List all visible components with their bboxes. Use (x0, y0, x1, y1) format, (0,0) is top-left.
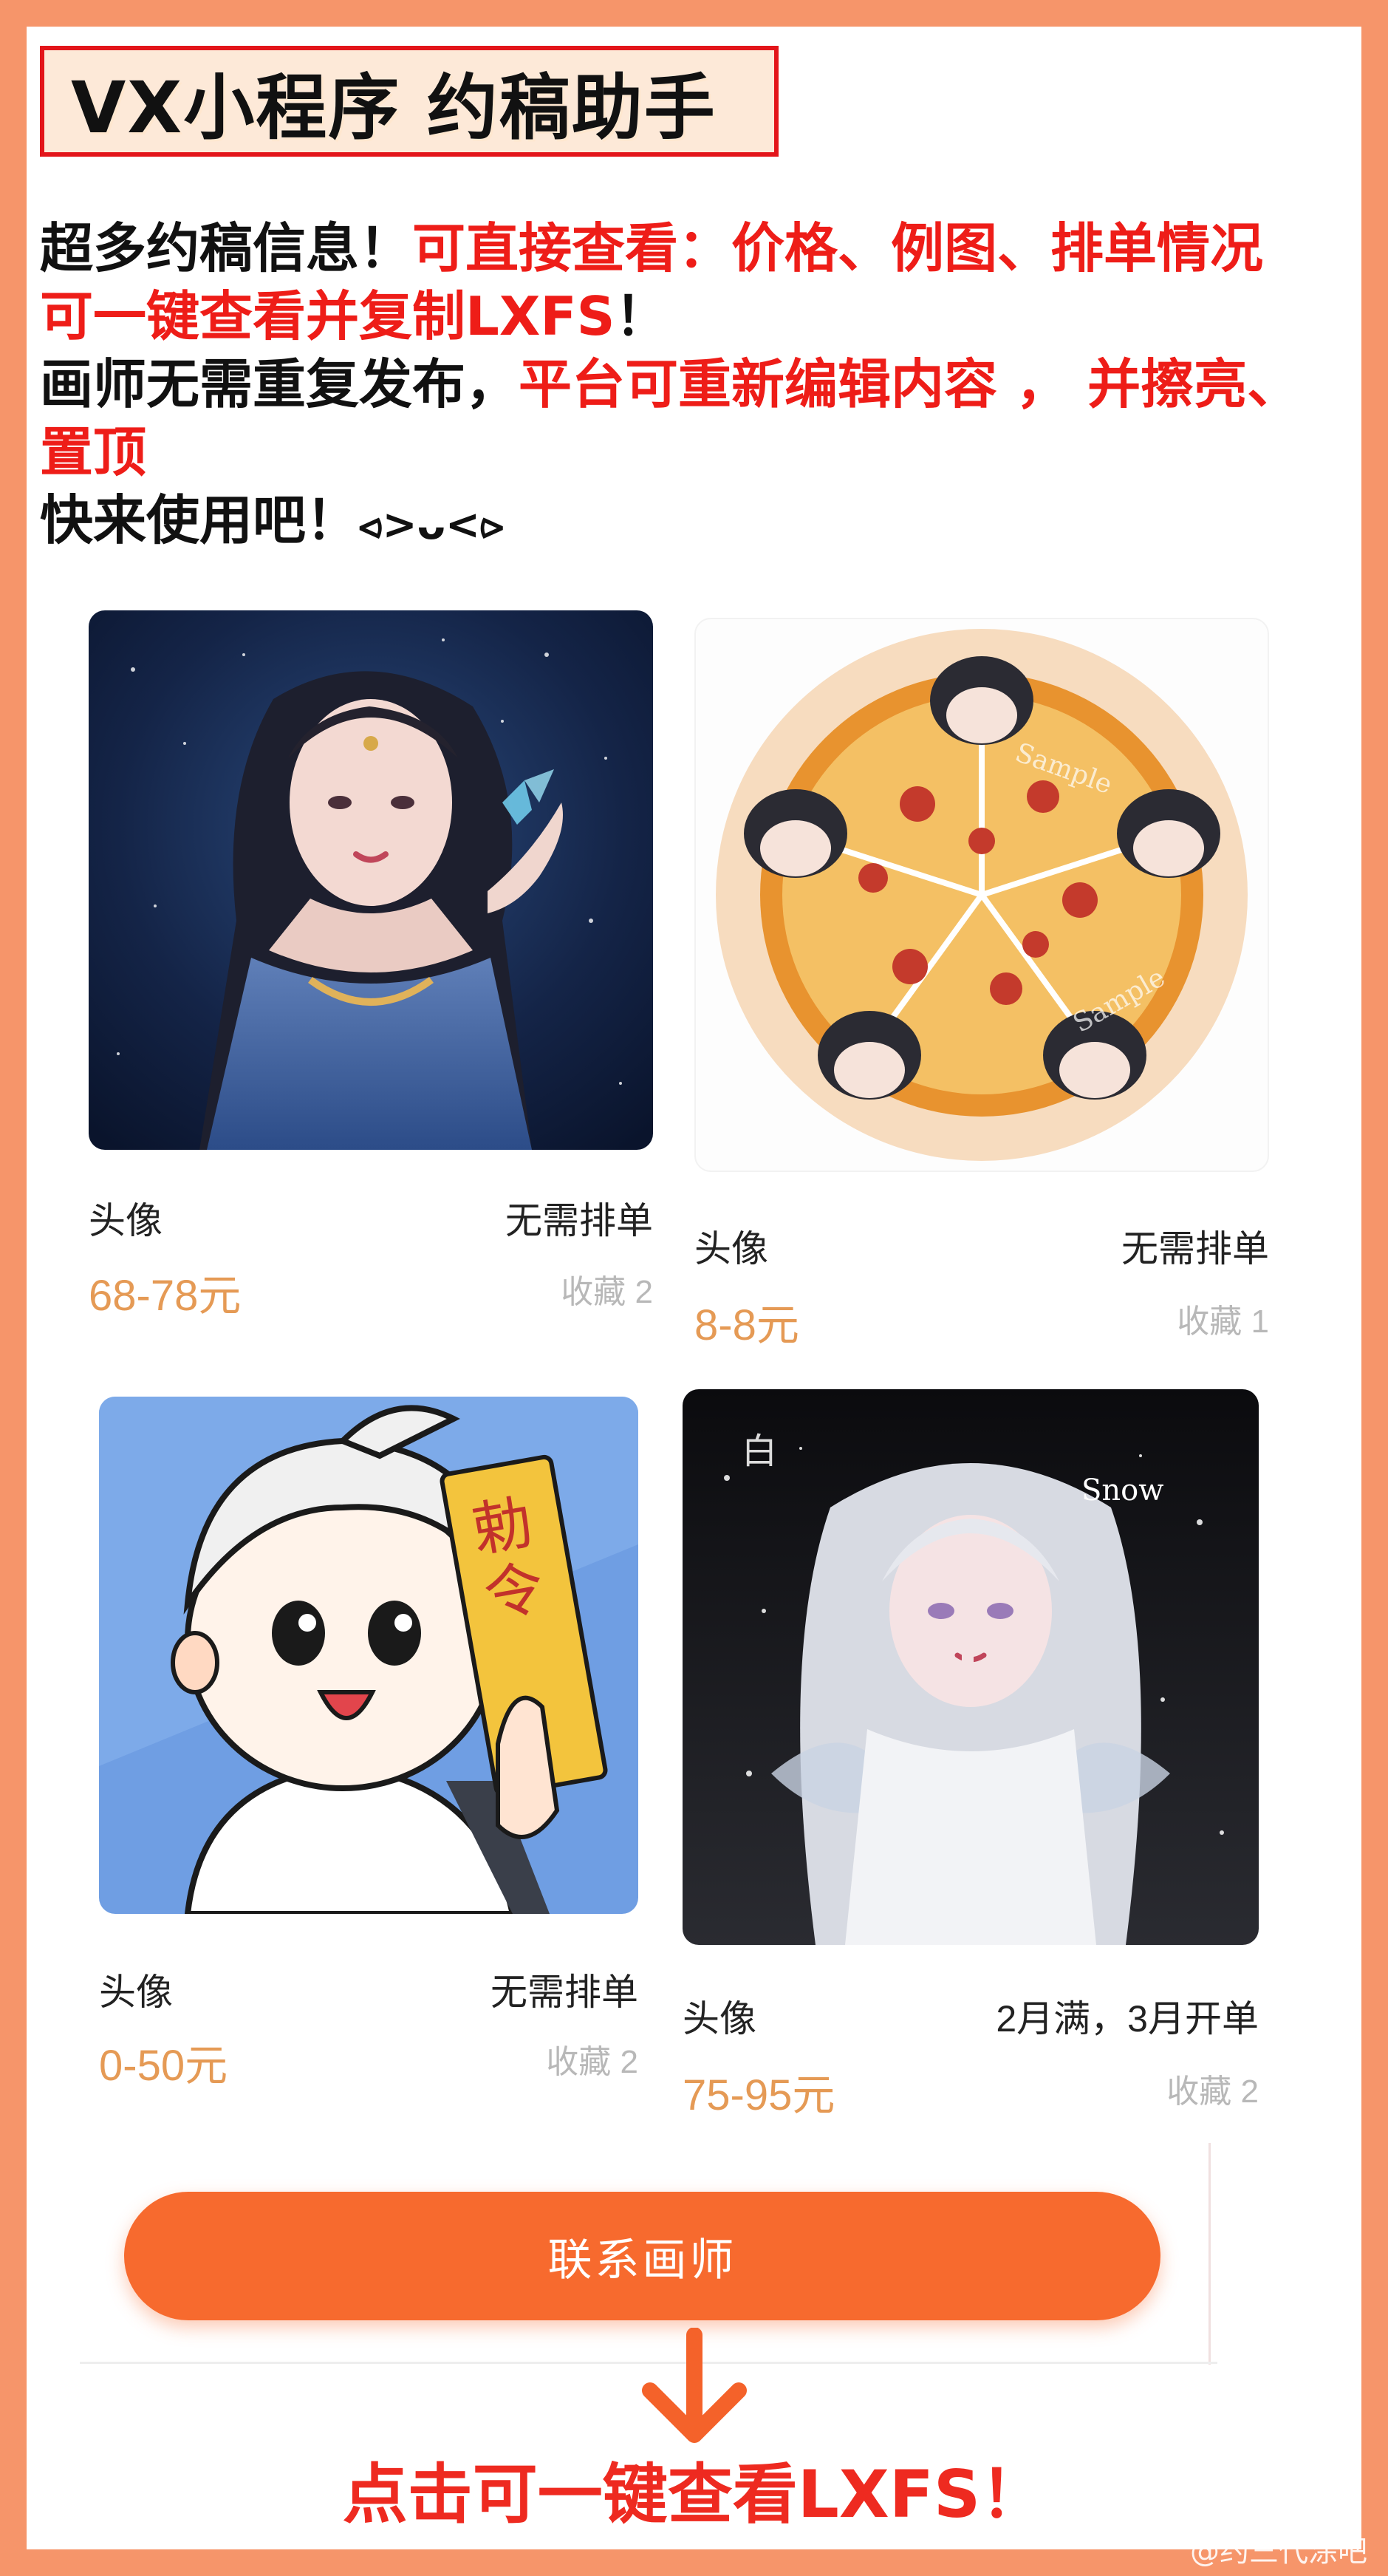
svg-text:白: 白 (742, 1431, 777, 1472)
listing-favorites-1: 收藏 2 (561, 1274, 653, 1310)
intro-line-4-red: 置顶 (40, 421, 147, 483)
intro-line-1-black: 超多约稿信息！ (40, 217, 413, 279)
listing-favorites-4: 收藏 2 (1166, 2074, 1259, 2110)
listing-favorites-2: 收藏 1 (1177, 1304, 1269, 1340)
listing-status-1: 无需排单 (505, 1200, 653, 1241)
intro-line-3-red: 平台可重新编辑内容 ， 并擦亮、 (519, 353, 1301, 415)
intro-line-5: 快来使用吧！⪦>ᴗ<⪧ (40, 486, 1340, 559)
listing-price-4: 75-95元 (683, 2071, 835, 2119)
intro-line-2: 可一键查看并复制LXFS！ (40, 282, 1340, 350)
watermark: @约三代涂吧 (1190, 2535, 1367, 2569)
listing-card-4[interactable]: Snow 白 头像 2月满，3月开单 75-95元 收藏 2 (683, 1389, 1259, 2121)
listing-image-1[interactable] (89, 610, 653, 1150)
listing-favorites-3: 收藏 2 (546, 2044, 638, 2080)
svg-text:令: 令 (479, 1553, 549, 1630)
intro-line-3: 画师无需重复发布，平台可重新编辑内容 ， 并擦亮、 (40, 350, 1340, 418)
listing-price-2: 8-8元 (694, 1301, 799, 1349)
intro-line-3-black: 画师无需重复发布， (40, 353, 519, 415)
listing-type-1: 头像 (89, 1200, 163, 1241)
intro-line-2-red: 可一键查看并复制LXFS (40, 285, 615, 347)
intro-line-1: 超多约稿信息！可直接查看：价格、例图、排单情况 (40, 214, 1340, 282)
listing-type-4: 头像 (683, 1998, 756, 2040)
intro-line-4: 置顶 (40, 418, 1340, 486)
listing-status-3: 无需排单 (490, 1972, 638, 2013)
divider-vertical (1208, 2143, 1211, 2365)
intro-line-1-red: 可直接查看：价格、例图、排单情况 (412, 217, 1264, 279)
fantasy-portrait-illustration (89, 610, 653, 1150)
listing-card-3[interactable]: 勅 令 头像 无需排单 0-50元 收藏 2 (99, 1397, 638, 2091)
listing-card-1[interactable]: 头像 无需排单 68-78元 收藏 2 (89, 610, 653, 1335)
listing-type-3: 头像 (99, 1972, 173, 2013)
listing-status-4: 2月满，3月开单 (996, 1998, 1259, 2040)
bottom-call-to-action: 点击可一键查看LXFS！ (342, 2456, 1046, 2532)
listing-status-2: 无需排单 (1121, 1228, 1269, 1270)
title-box: VX小程序 约稿助手 (40, 46, 779, 157)
listing-price-1: 68-78元 (89, 1272, 242, 1320)
listing-image-2[interactable]: Sample Sample (694, 618, 1269, 1172)
listing-price-3: 0-50元 (99, 2042, 228, 2090)
contact-artist-button[interactable]: 联系画师 (124, 2192, 1160, 2320)
listing-image-4[interactable]: Snow 白 (683, 1389, 1259, 1945)
chibi-talisman-illustration: 勅 令 (99, 1397, 638, 1914)
contact-artist-label: 联系画师 (547, 2234, 737, 2286)
listing-card-2[interactable]: Sample Sample 头像 无需排单 8-8元 收藏 1 (694, 618, 1269, 1357)
svg-text:勅: 勅 (468, 1488, 538, 1565)
intro-line-5-black: 快来使用吧！ (40, 489, 360, 551)
listing-image-3[interactable]: 勅 令 (99, 1397, 638, 1914)
arrow-down-icon (642, 2328, 747, 2443)
listing-type-2: 头像 (694, 1228, 768, 1270)
intro-text: 超多约稿信息！可直接查看：价格、例图、排单情况 可一键查看并复制LXFS！ 画师… (40, 214, 1340, 559)
page-title: VX小程序 约稿助手 (71, 66, 717, 149)
pizza-chibi-illustration: Sample Sample (716, 629, 1248, 1161)
snow-girl-illustration: Snow 白 (683, 1389, 1259, 1945)
svg-text:Snow: Snow (1081, 1473, 1163, 1507)
intro-line-2-black: ！ (615, 285, 669, 347)
emoticon: ⪦>ᴗ<⪧ (359, 501, 504, 549)
